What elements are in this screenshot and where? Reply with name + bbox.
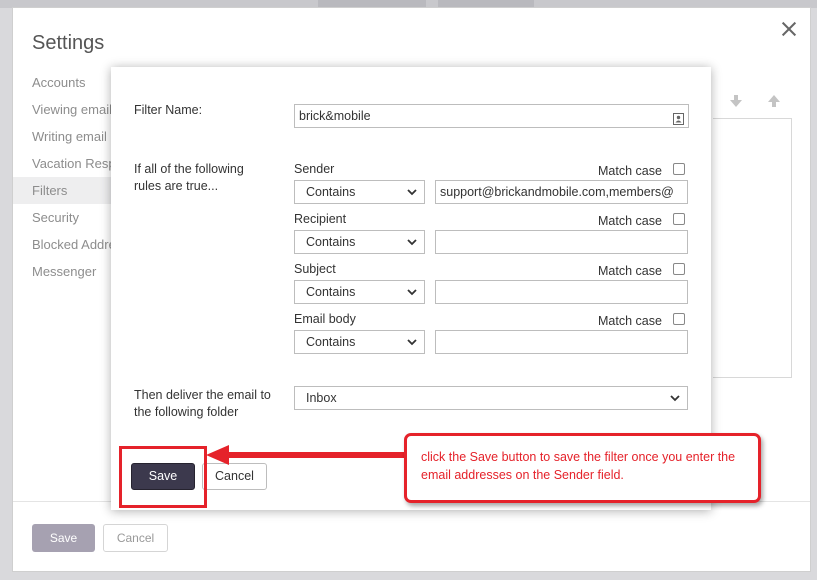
chevron-down-icon	[407, 189, 417, 196]
close-icon[interactable]	[776, 16, 802, 42]
nav-item-writing-email[interactable]: Writing email	[13, 123, 113, 150]
email-body-operator-value: Contains	[306, 335, 356, 349]
save-highlight-box	[119, 446, 207, 508]
subject-value-input[interactable]	[435, 280, 688, 304]
save-button[interactable]: Save	[32, 524, 95, 552]
subject-label: Subject	[294, 262, 336, 276]
chevron-down-icon	[407, 239, 417, 246]
email-body-match-case-checkbox[interactable]	[673, 313, 685, 325]
sender-operator-select[interactable]: Contains	[294, 180, 425, 204]
match-case-label: Match case	[598, 214, 662, 228]
recipient-operator-value: Contains	[306, 235, 356, 249]
arrow-down-icon[interactable]	[729, 94, 743, 108]
arrow-up-icon[interactable]	[767, 94, 781, 108]
subject-match-case-checkbox[interactable]	[673, 263, 685, 275]
settings-title: Settings	[32, 32, 105, 54]
deliver-to-folder-label: Then deliver the email to the following …	[134, 388, 271, 419]
recipient-match-case-checkbox[interactable]	[673, 213, 685, 225]
annotation-text: click the Save button to save the filter…	[421, 450, 736, 482]
recipient-label: Recipient	[294, 212, 347, 226]
sender-value-input[interactable]: support@brickandmobile.com,members@	[435, 180, 688, 204]
chevron-down-icon	[670, 395, 680, 402]
folder-select[interactable]: Inbox	[294, 386, 688, 410]
sender-label: Sender	[294, 162, 335, 176]
sender-operator-value: Contains	[306, 185, 356, 199]
match-case-label: Match case	[598, 164, 662, 178]
recipient-value-input[interactable]	[435, 230, 688, 254]
filter-name-value: brick&mobile	[299, 109, 371, 123]
settings-nav: Accounts Viewing email Writing email Vac…	[13, 69, 113, 285]
email-body-operator-select[interactable]: Contains	[294, 330, 425, 354]
cancel-button[interactable]: Cancel	[103, 524, 168, 552]
filters-list-pane	[713, 118, 792, 378]
chevron-down-icon	[407, 289, 417, 296]
folder-select-value: Inbox	[306, 391, 337, 405]
email-body-value-input[interactable]	[435, 330, 688, 354]
nav-item-viewing-email[interactable]: Viewing email	[13, 96, 113, 123]
nav-item-messenger[interactable]: Messenger	[13, 258, 113, 285]
filter-name-input[interactable]: brick&mobile	[294, 104, 689, 128]
annotation-callout: click the Save button to save the filter…	[404, 433, 761, 503]
email-body-label: Email body	[294, 312, 356, 326]
nav-item-accounts[interactable]: Accounts	[13, 69, 113, 96]
nav-item-vacation-response[interactable]: Vacation Response	[13, 150, 113, 177]
subject-operator-value: Contains	[306, 285, 356, 299]
recipient-operator-select[interactable]: Contains	[294, 230, 425, 254]
rules-label: If all of the following rules are true..…	[134, 162, 244, 193]
nav-item-security[interactable]: Security	[13, 204, 113, 231]
match-case-label: Match case	[598, 314, 662, 328]
sender-match-case-checkbox[interactable]	[673, 163, 685, 175]
filter-name-label: Filter Name:	[134, 103, 203, 117]
match-case-label: Match case	[598, 264, 662, 278]
subject-operator-select[interactable]: Contains	[294, 280, 425, 304]
nav-item-blocked-addresses[interactable]: Blocked Addresses	[13, 231, 113, 258]
nav-item-filters[interactable]: Filters	[13, 177, 113, 204]
chevron-down-icon	[407, 339, 417, 346]
contact-card-icon[interactable]	[673, 110, 684, 125]
annotation-arrow	[206, 445, 407, 465]
